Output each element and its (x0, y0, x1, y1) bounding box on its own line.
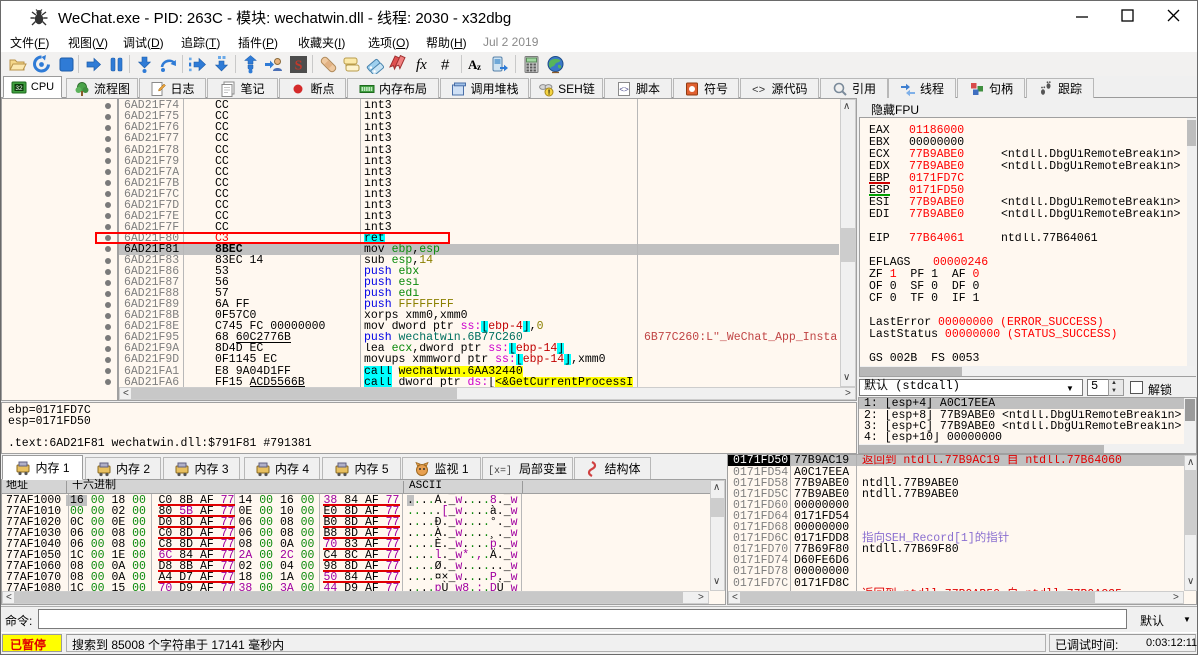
svg-text:S: S (295, 59, 303, 74)
svg-text:32: 32 (15, 85, 23, 92)
svg-text:<>: <> (752, 85, 765, 97)
svg-text:<>: <> (619, 86, 629, 95)
svg-text:!: ! (548, 89, 550, 96)
svg-text:fx: fx (416, 57, 427, 73)
svg-text:[x=]: [x=] (488, 465, 512, 477)
svg-text:z: z (477, 62, 481, 72)
svg-text:#: # (441, 57, 450, 74)
